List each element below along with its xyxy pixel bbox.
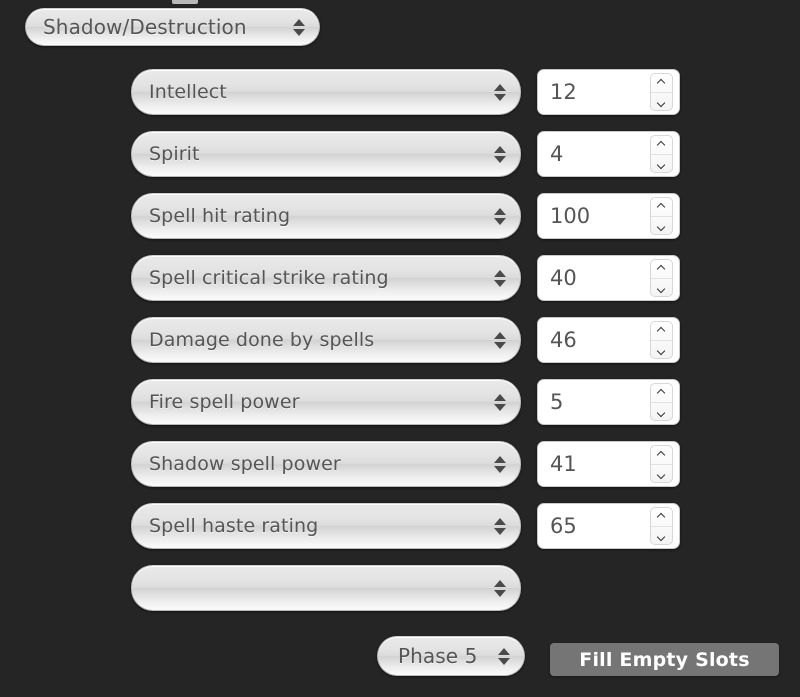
phase-select-value: Phase 5: [398, 644, 478, 668]
stat-value-text: 65: [550, 514, 577, 538]
stat-value-input[interactable]: 5: [537, 379, 680, 425]
chevron-down-icon[interactable]: [651, 527, 672, 545]
chevron-up-icon[interactable]: [651, 260, 672, 279]
chevron-up-icon[interactable]: [651, 198, 672, 217]
chevron-up-icon[interactable]: [651, 446, 672, 465]
stat-row: Damage done by spells 46: [0, 317, 800, 363]
stat-value-stepper[interactable]: [650, 73, 673, 111]
stat-value-input[interactable]: 12: [537, 69, 680, 115]
stat-select-value: Spirit: [149, 143, 200, 165]
stat-value-stepper[interactable]: [650, 259, 673, 297]
clipped-top-widget: [172, 0, 198, 4]
stat-row: Spirit 4: [0, 131, 800, 177]
stat-value-stepper[interactable]: [650, 135, 673, 173]
stat-value-input[interactable]: 40: [537, 255, 680, 301]
fill-empty-slots-button[interactable]: Fill Empty Slots: [550, 643, 779, 676]
stat-value-text: 4: [550, 142, 564, 166]
stat-row: Spell haste rating 65: [0, 503, 800, 549]
stat-select-value: Spell haste rating: [149, 515, 319, 537]
stat-value-stepper[interactable]: [650, 197, 673, 235]
chevron-down-icon[interactable]: [651, 217, 672, 235]
stat-value-stepper[interactable]: [650, 507, 673, 545]
stat-value-input[interactable]: 100: [537, 193, 680, 239]
stat-select[interactable]: Spell critical strike rating: [131, 255, 521, 301]
chevron-down-icon[interactable]: [651, 155, 672, 173]
updown-arrows-icon: [487, 455, 513, 473]
updown-arrows-icon: [487, 269, 513, 287]
stat-value-text: 5: [550, 390, 564, 414]
chevron-up-icon[interactable]: [651, 136, 672, 155]
chevron-down-icon[interactable]: [651, 341, 672, 359]
stat-value-text: 12: [550, 80, 577, 104]
updown-arrows-icon: [487, 207, 513, 225]
stat-select-value: Damage done by spells: [149, 329, 375, 351]
stat-row: Fire spell power 5: [0, 379, 800, 425]
stat-select[interactable]: Shadow spell power: [131, 441, 521, 487]
stat-value-text: 40: [550, 266, 577, 290]
stat-value-input[interactable]: 41: [537, 441, 680, 487]
stat-value-input[interactable]: 4: [537, 131, 680, 177]
stat-select-value: Spell hit rating: [149, 205, 291, 227]
stat-select[interactable]: Spirit: [131, 131, 521, 177]
chevron-up-icon[interactable]: [651, 384, 672, 403]
stat-value-stepper[interactable]: [650, 321, 673, 359]
chevron-down-icon[interactable]: [651, 465, 672, 483]
stat-select[interactable]: Intellect: [131, 69, 521, 115]
stat-value-stepper[interactable]: [650, 445, 673, 483]
stat-value-input[interactable]: 46: [537, 317, 680, 363]
stat-select-value: Fire spell power: [149, 391, 300, 413]
stat-value-stepper[interactable]: [650, 383, 673, 421]
updown-arrows-icon: [487, 145, 513, 163]
updown-arrows-icon: [487, 331, 513, 349]
updown-arrows-icon: [491, 647, 517, 665]
updown-arrows-icon: [487, 393, 513, 411]
chevron-up-icon[interactable]: [651, 508, 672, 527]
stat-value-text: 46: [550, 328, 577, 352]
stat-row: Shadow spell power 41: [0, 441, 800, 487]
updown-arrows-icon: [286, 18, 312, 36]
stat-select-empty[interactable]: [131, 565, 521, 611]
chevron-up-icon[interactable]: [651, 322, 672, 341]
stat-row: Intellect 12: [0, 69, 800, 115]
phase-select[interactable]: Phase 5: [377, 636, 525, 676]
stat-select[interactable]: Fire spell power: [131, 379, 521, 425]
stat-value-text: 41: [550, 452, 577, 476]
stat-value-input[interactable]: 65: [537, 503, 680, 549]
chevron-down-icon[interactable]: [651, 279, 672, 297]
stat-select-value: Spell critical strike rating: [149, 267, 389, 289]
stat-select-value: Intellect: [149, 81, 227, 103]
updown-arrows-icon: [487, 517, 513, 535]
profile-select-value: Shadow/Destruction: [43, 15, 247, 39]
chevron-down-icon[interactable]: [651, 93, 672, 111]
chevron-down-icon[interactable]: [651, 403, 672, 421]
stat-select-value: Shadow spell power: [149, 453, 341, 475]
stat-row: Spell hit rating 100: [0, 193, 800, 239]
updown-arrows-icon: [487, 83, 513, 101]
stat-value-text: 100: [550, 204, 591, 228]
stat-row: Spell critical strike rating 40: [0, 255, 800, 301]
chevron-up-icon[interactable]: [651, 74, 672, 93]
stat-select[interactable]: Spell haste rating: [131, 503, 521, 549]
profile-select[interactable]: Shadow/Destruction: [25, 8, 320, 46]
stat-select[interactable]: Spell hit rating: [131, 193, 521, 239]
stat-select[interactable]: Damage done by spells: [131, 317, 521, 363]
updown-arrows-icon: [487, 579, 513, 597]
